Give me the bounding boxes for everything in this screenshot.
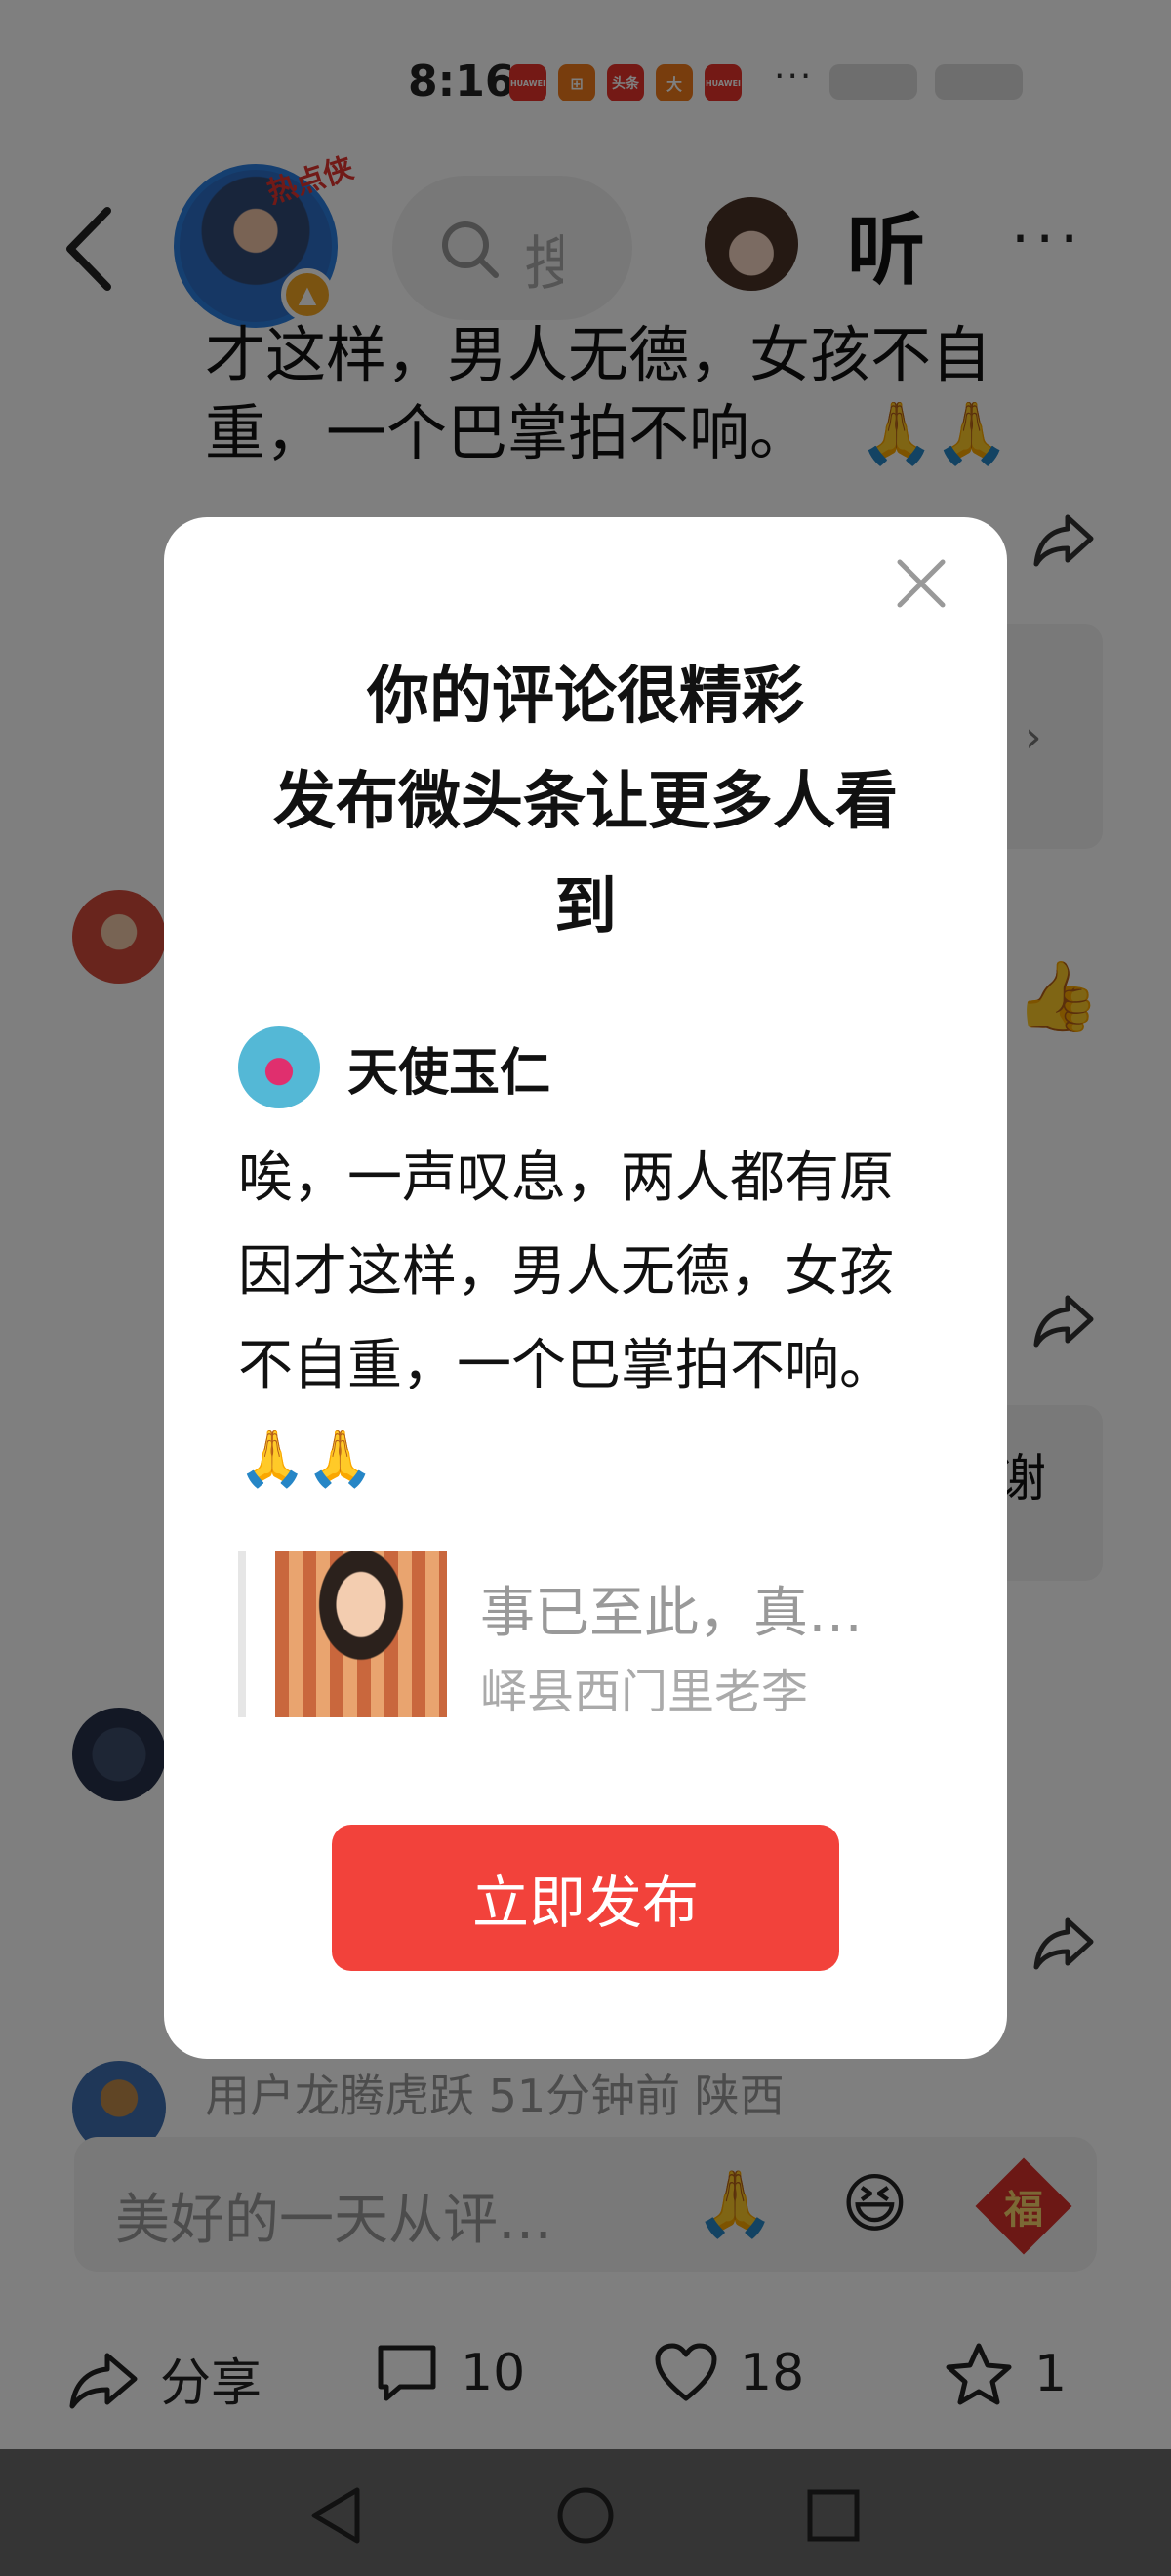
comment-text: 唉，一声叹息，两人都有原因才这样，男人无德，女孩不自重，一个巴掌拍不响。🙏🙏	[238, 1147, 894, 1491]
quoted-article-source: 峄县西门里老李	[480, 1665, 809, 1719]
publish-prompt-dialog: 你的评论很精彩 发布微头条让更多人看 到 天使玉仁 唉，一声叹息，两人都有原因才…	[164, 517, 1007, 2059]
quoted-article: 事已至此，真… 峄县西门里老李	[238, 1551, 921, 1719]
dialog-title-line3: 到	[554, 871, 617, 944]
dialog-title: 你的评论很精彩 发布微头条让更多人看 到	[222, 644, 949, 960]
quoted-article-title: 事已至此，真…	[480, 1582, 863, 1645]
dialog-title-line1: 你的评论很精彩	[367, 661, 804, 733]
publish-now-button[interactable]: 立即发布	[332, 1825, 839, 1971]
dialog-title-line2: 发布微头条让更多人看	[273, 766, 898, 838]
comment-author: 天使玉仁	[238, 1026, 550, 1108]
commenter-avatar	[238, 1026, 320, 1108]
commenter-name: 天使玉仁	[347, 1043, 551, 1103]
article-thumbnail	[275, 1551, 447, 1717]
close-icon[interactable]	[894, 556, 949, 611]
